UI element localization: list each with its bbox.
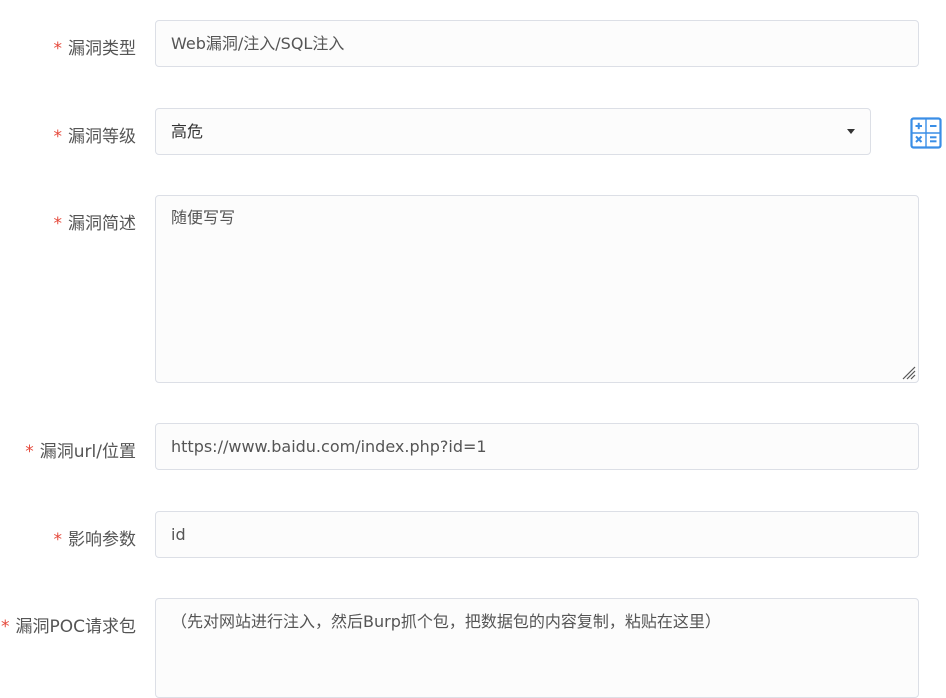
vuln-desc-textarea[interactable]: 随便写写 — [155, 195, 919, 383]
vuln-level-label: * 漏洞等级 — [54, 122, 137, 147]
caret-down-icon — [847, 129, 855, 134]
poc-request-label-text: 漏洞POC请求包 — [15, 617, 136, 637]
affected-param-label-text: 影响参数 — [68, 530, 136, 550]
vuln-url-label: * 漏洞url/位置 — [25, 437, 136, 462]
vuln-url-input[interactable]: https://www.baidu.com/index.php?id=1 — [155, 423, 919, 470]
poc-request-label: * 漏洞POC请求包 — [1, 612, 136, 637]
vuln-level-selected-value: 高危 — [171, 122, 204, 141]
affected-param-input[interactable]: id — [155, 511, 919, 558]
poc-request-value: （先对网站进行注入，然后Burp抓个包，把数据包的内容复制，粘贴在这里） — [171, 612, 721, 631]
vuln-type-value: Web漏洞/注入/SQL注入 — [171, 34, 345, 53]
required-mark: * — [53, 214, 63, 234]
vuln-level-select[interactable]: 高危 — [155, 108, 871, 155]
vuln-desc-label-text: 漏洞简述 — [68, 214, 136, 234]
vuln-type-label: * 漏洞类型 — [54, 34, 137, 59]
required-mark: * — [53, 39, 63, 59]
resize-grip-icon[interactable] — [900, 364, 916, 380]
vuln-level-label-text: 漏洞等级 — [68, 127, 136, 147]
vuln-desc-label: * 漏洞简述 — [54, 209, 137, 234]
calculator-icon[interactable] — [910, 117, 942, 149]
vuln-desc-value: 随便写写 — [171, 208, 236, 227]
vuln-type-label-text: 漏洞类型 — [68, 39, 136, 59]
poc-request-textarea[interactable]: （先对网站进行注入，然后Burp抓个包，把数据包的内容复制，粘贴在这里） — [155, 598, 919, 698]
affected-param-value: id — [171, 525, 186, 544]
required-mark: * — [53, 127, 63, 147]
vuln-type-input[interactable]: Web漏洞/注入/SQL注入 — [155, 20, 919, 67]
affected-param-label: * 影响参数 — [54, 525, 137, 550]
required-mark: * — [0, 617, 10, 637]
required-mark: * — [53, 530, 63, 550]
vuln-url-label-text: 漏洞url/位置 — [39, 442, 136, 462]
vuln-url-value: https://www.baidu.com/index.php?id=1 — [171, 437, 487, 456]
required-mark: * — [25, 442, 34, 462]
